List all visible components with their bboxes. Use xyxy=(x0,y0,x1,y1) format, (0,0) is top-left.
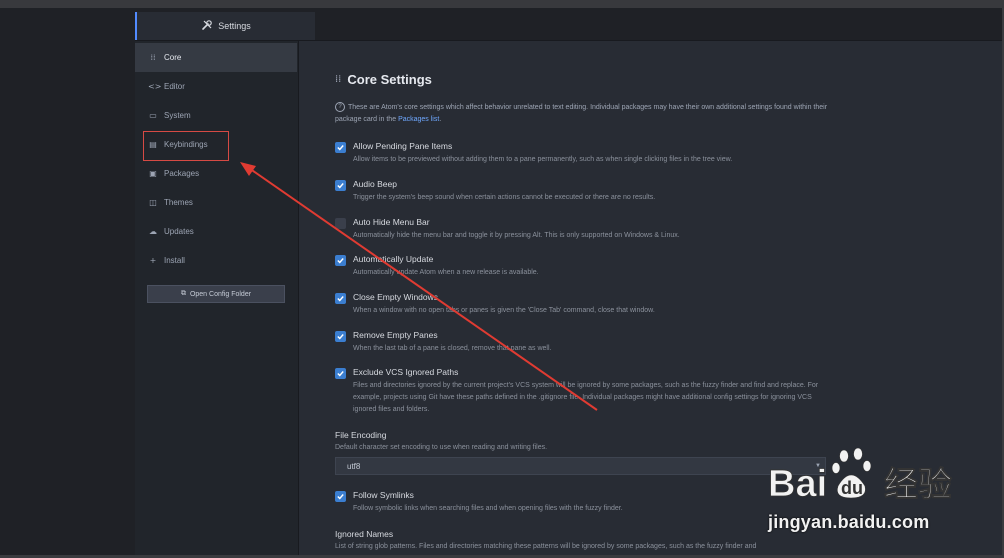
svg-text:du: du xyxy=(841,478,863,498)
checkbox[interactable] xyxy=(335,180,346,191)
setting-title: Audio Beep xyxy=(353,179,397,189)
setting-description: Allow items to be previewed without addi… xyxy=(353,156,733,163)
sidebar-item-label: Install xyxy=(164,256,185,265)
package-icon: ▣ xyxy=(149,169,157,178)
plus-icon: + xyxy=(149,256,157,265)
checkbox[interactable] xyxy=(335,331,346,342)
tools-icon xyxy=(201,19,213,33)
checkbox[interactable] xyxy=(335,293,346,304)
setting-description: When the last tab of a pane is closed, r… xyxy=(353,345,552,352)
setting-title: Follow Symlinks xyxy=(353,490,414,500)
sidebar-item-label: Themes xyxy=(164,198,193,207)
setting-title: Exclude VCS Ignored Paths xyxy=(353,367,459,377)
setting-title: Close Empty Windows xyxy=(353,292,439,302)
checkbox[interactable] xyxy=(335,218,346,229)
sidebar-item-label: Editor xyxy=(164,82,185,91)
paintcan-icon: ◫ xyxy=(149,198,157,207)
window-top-bar xyxy=(0,0,1004,8)
sliders-icon: ⁞⁞ xyxy=(335,74,342,85)
setting-description: Follow symbolic links when searching fil… xyxy=(353,505,623,512)
page-title-text: Core Settings xyxy=(347,72,432,87)
sidebar-item-system[interactable]: ▭ System xyxy=(135,101,297,130)
file-encoding-select[interactable]: utf8 ▼ xyxy=(335,457,826,475)
open-config-folder-button[interactable]: ⧉ Open Config Folder xyxy=(147,285,285,303)
sidebar-item-label: Packages xyxy=(164,169,200,178)
setting-title: Remove Empty Panes xyxy=(353,330,438,340)
setting-description: Automatically update Atom when a new rel… xyxy=(353,269,539,276)
sidebar-item-label: Core xyxy=(164,53,182,62)
setting-title: Allow Pending Pane Items xyxy=(353,141,453,151)
svg-text:经验: 经验 xyxy=(884,465,952,505)
settings-sidebar: ⁞⁞ Core <> Editor ▭ System ▤ Keybindings… xyxy=(135,41,299,558)
setting-description: Trigger the system's beep sound when cer… xyxy=(353,194,656,201)
packages-list-link[interactable]: Packages list xyxy=(398,116,439,123)
sidebar-item-themes[interactable]: ◫ Themes xyxy=(135,188,297,217)
sidebar-item-updates[interactable]: ☁ Updates xyxy=(135,217,297,246)
question-icon: ? xyxy=(335,102,345,113)
setting-description: Automatically hide the menu bar and togg… xyxy=(353,232,680,239)
tab-label: Settings xyxy=(218,21,251,31)
sidebar-item-core[interactable]: ⁞⁞ Core xyxy=(135,43,297,72)
setting-description: When a window with no open tabs or panes… xyxy=(353,307,655,314)
setting-title: Automatically Update xyxy=(353,254,434,264)
link-external-icon: ⧉ xyxy=(180,290,186,297)
setting-description: Files and directories ignored by the cur… xyxy=(353,382,819,413)
setting-title: Auto Hide Menu Bar xyxy=(353,217,430,227)
checkbox[interactable] xyxy=(335,255,346,266)
annotation-highlight-box xyxy=(143,131,229,161)
file-encoding-title: File Encoding xyxy=(335,430,387,440)
cloud-download-icon: ☁ xyxy=(149,227,157,236)
sidebar-item-label: System xyxy=(164,111,191,120)
tab-settings[interactable]: Settings xyxy=(135,12,315,40)
sidebar-item-label: Updates xyxy=(164,227,194,236)
baidu-logo-icon: Bai du 经验 xyxy=(768,447,952,505)
page-title: ⁞⁞ Core Settings xyxy=(335,72,432,87)
code-icon: <> xyxy=(148,82,162,91)
left-margin xyxy=(0,8,135,558)
sidebar-item-editor[interactable]: <> Editor xyxy=(135,72,297,101)
sliders-icon: ⁞⁞ xyxy=(150,53,156,62)
open-config-label: Open Config Folder xyxy=(189,290,252,298)
checkbox[interactable] xyxy=(335,142,346,153)
checkbox[interactable] xyxy=(335,368,346,379)
baidu-jingyan-watermark: Bai du 经验 jingyan.baidu.com xyxy=(766,446,1004,546)
file-encoding-description: Default character set encoding to use wh… xyxy=(335,444,548,451)
svg-text:Bai: Bai xyxy=(768,463,827,505)
file-encoding-value: utf8 xyxy=(347,461,361,471)
device-desktop-icon: ▭ xyxy=(149,111,157,120)
checkbox[interactable] xyxy=(335,491,346,502)
ignored-names-description: List of string glob patterns. Files and … xyxy=(335,543,757,550)
sidebar-item-install[interactable]: + Install xyxy=(135,246,297,275)
watermark-url: jingyan.baidu.com xyxy=(768,512,930,532)
intro-end: . xyxy=(439,116,442,123)
ignored-names-title: Ignored Names xyxy=(335,529,394,539)
sidebar-item-packages[interactable]: ▣ Packages xyxy=(135,159,297,188)
settings-intro: ? These are Atom's core settings which af… xyxy=(335,102,835,126)
